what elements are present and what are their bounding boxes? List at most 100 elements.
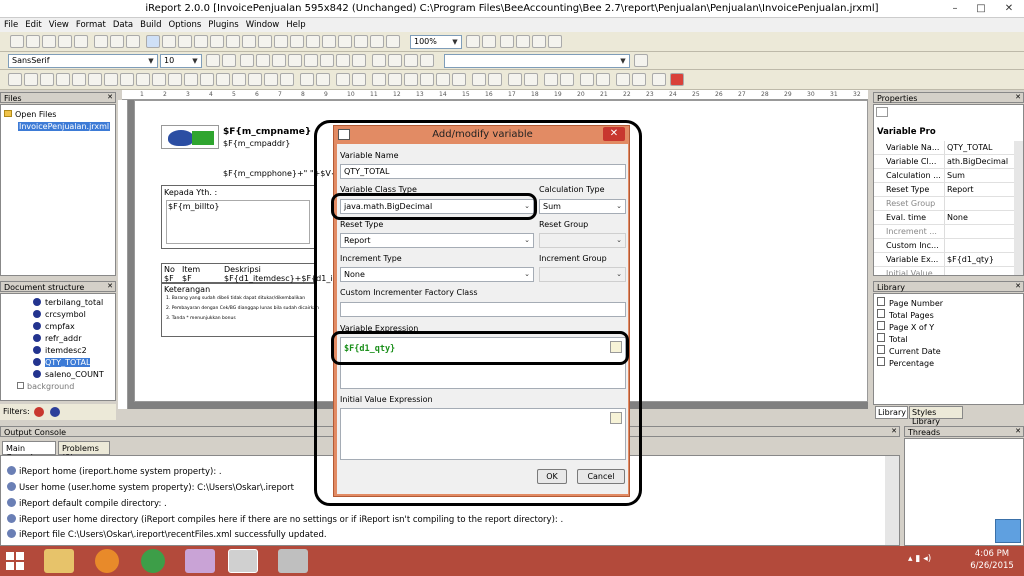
- center-band-icon[interactable]: [184, 73, 198, 86]
- zoom-in-icon[interactable]: [466, 35, 480, 48]
- edit-style-icon[interactable]: [634, 54, 648, 67]
- menu-file[interactable]: File: [0, 18, 21, 30]
- same-size-icon[interactable]: [136, 73, 150, 86]
- box-icon[interactable]: [388, 54, 402, 67]
- increase-space-icon[interactable]: [436, 73, 450, 86]
- menu-format[interactable]: Format: [72, 18, 109, 30]
- cmpaddr-field[interactable]: $F{m_cmpaddr}: [223, 139, 290, 148]
- remove-space-icon[interactable]: [472, 73, 486, 86]
- run-datasource-icon[interactable]: [516, 35, 530, 48]
- same-width-icon[interactable]: [104, 73, 118, 86]
- bold-icon[interactable]: [240, 54, 254, 67]
- billto-box[interactable]: Kepada Yth. : $F{m_billto}: [161, 185, 315, 249]
- center-h-icon[interactable]: [152, 73, 166, 86]
- file-node[interactable]: InvoicePenjualan.jrxml: [4, 121, 115, 133]
- rectangle-icon[interactable]: [178, 35, 192, 48]
- property-value[interactable]: [944, 239, 1012, 252]
- maximize-button[interactable]: □: [970, 2, 992, 15]
- compile-icon[interactable]: [386, 35, 400, 48]
- menu-options[interactable]: Options: [164, 18, 204, 30]
- align-left-icon[interactable]: [304, 54, 318, 67]
- library-item[interactable]: Total Pages: [877, 309, 1023, 321]
- shrink-icon[interactable]: [420, 73, 434, 86]
- tree-item[interactable]: background: [17, 381, 115, 393]
- property-value[interactable]: QTY_TOTAL: [944, 141, 1012, 154]
- minimize-button[interactable]: –: [944, 2, 966, 15]
- tree-item[interactable]: refr_addr: [33, 333, 115, 345]
- chart-icon[interactable]: [290, 35, 304, 48]
- rounded-rect-icon[interactable]: [210, 35, 224, 48]
- property-row[interactable]: Eval. time None: [874, 211, 1014, 225]
- menu-window[interactable]: Window: [242, 18, 283, 30]
- arrange-icon[interactable]: [544, 73, 558, 86]
- image-icon[interactable]: [242, 35, 256, 48]
- cut-icon[interactable]: [94, 35, 108, 48]
- tree-item[interactable]: itemdesc2: [33, 345, 115, 357]
- magnet-icon[interactable]: [670, 73, 684, 86]
- pointer-icon[interactable]: [146, 35, 160, 48]
- frame-icon[interactable]: [322, 35, 336, 48]
- firefox-icon[interactable]: [95, 549, 119, 573]
- file-explorer-icon[interactable]: [44, 549, 74, 573]
- property-row[interactable]: Variable Cl... ath.BigDecimal: [874, 155, 1014, 169]
- new-icon[interactable]: [10, 35, 24, 48]
- library-item[interactable]: Page Number: [877, 297, 1023, 309]
- font-size-select[interactable]: 10 ▼: [160, 54, 202, 68]
- v-space-icon[interactable]: [248, 73, 262, 86]
- tab-styles-library[interactable]: Styles Library: [909, 406, 963, 426]
- arrange-2-icon[interactable]: [560, 73, 574, 86]
- break-icon[interactable]: [370, 35, 384, 48]
- tray-icons[interactable]: ▴ ▮ ◂): [908, 554, 931, 564]
- windows-start-icon[interactable]: [6, 552, 24, 570]
- ireport-icon[interactable]: [228, 549, 258, 573]
- filter-blue-icon[interactable]: [50, 407, 60, 417]
- menu-edit[interactable]: Edit: [21, 18, 44, 30]
- center-v-icon[interactable]: [168, 73, 182, 86]
- menu-help[interactable]: Help: [282, 18, 308, 30]
- style-icon[interactable]: [420, 54, 434, 67]
- align-lefts-icon[interactable]: [8, 73, 22, 86]
- strike-icon[interactable]: [288, 54, 302, 67]
- crosstab-icon[interactable]: [338, 35, 352, 48]
- library-item[interactable]: Current Date: [877, 345, 1023, 357]
- library-item[interactable]: Percentage: [877, 357, 1023, 369]
- property-value[interactable]: None: [944, 211, 1012, 224]
- underline-icon[interactable]: [272, 54, 286, 67]
- barcode-icon[interactable]: [306, 35, 320, 48]
- property-value[interactable]: Report: [944, 183, 1012, 196]
- align-tops-icon[interactable]: [40, 73, 54, 86]
- logo-image[interactable]: [161, 125, 219, 149]
- tree-item[interactable]: cmpfax: [33, 321, 115, 333]
- grid-icon[interactable]: [336, 73, 350, 86]
- organize-icon[interactable]: [388, 73, 402, 86]
- bookmark-icon[interactable]: [632, 73, 646, 86]
- font-shrink-icon[interactable]: [222, 54, 236, 67]
- static-text-icon[interactable]: [226, 35, 240, 48]
- group-icon[interactable]: [580, 73, 594, 86]
- fill-width-icon[interactable]: [508, 73, 522, 86]
- property-row[interactable]: Reset Group: [874, 197, 1014, 211]
- chrome-icon[interactable]: [141, 549, 165, 573]
- tab-main-console[interactable]: Main Console: [2, 441, 56, 462]
- properties-scrollbar[interactable]: [1014, 141, 1023, 275]
- menu-plugins[interactable]: Plugins: [204, 18, 241, 30]
- adapt-icon[interactable]: [404, 73, 418, 86]
- property-value[interactable]: ath.BigDecimal: [944, 155, 1012, 168]
- move-up-icon[interactable]: [300, 73, 314, 86]
- filter-red-icon[interactable]: [34, 407, 44, 417]
- align-justify-icon[interactable]: [352, 54, 366, 67]
- italic-icon[interactable]: [256, 54, 270, 67]
- hyperlink-icon[interactable]: [354, 35, 368, 48]
- border-icon[interactable]: [372, 54, 386, 67]
- align-bottoms-icon[interactable]: [56, 73, 70, 86]
- equal-space-icon[interactable]: [488, 73, 502, 86]
- property-row[interactable]: Calculation ... Sum: [874, 169, 1014, 183]
- menu-data[interactable]: Data: [109, 18, 136, 30]
- sort-icon[interactable]: [876, 107, 888, 117]
- property-row[interactable]: Reset Type Report: [874, 183, 1014, 197]
- open-icon[interactable]: [42, 35, 56, 48]
- property-value[interactable]: Sum: [944, 169, 1012, 182]
- send-back-icon[interactable]: [280, 73, 294, 86]
- font-name-select[interactable]: SansSerif ▼: [8, 54, 158, 68]
- join-left-icon[interactable]: [200, 73, 214, 86]
